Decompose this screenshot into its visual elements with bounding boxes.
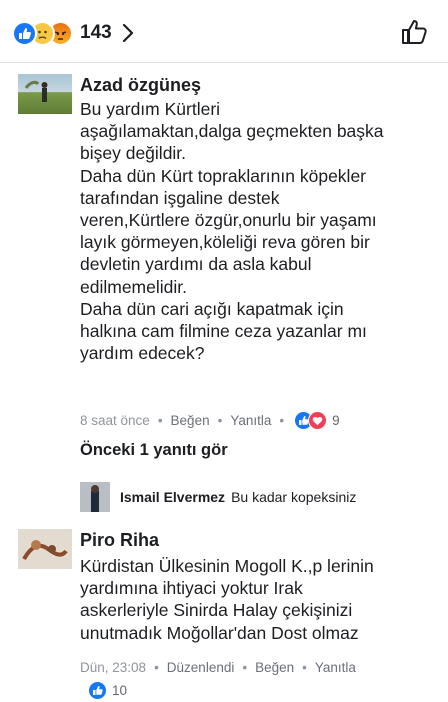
reaction-count: 9: [332, 413, 340, 428]
thumbs-up-icon[interactable]: [400, 17, 430, 47]
comment-meta: 8 saat önce • Beğen • Yanıtla • 9: [80, 411, 340, 430]
separator-dot: •: [157, 413, 163, 428]
separator-dot: •: [154, 660, 159, 675]
avatar[interactable]: [18, 529, 72, 569]
reply-link[interactable]: Yanıtla: [230, 413, 271, 428]
like-link[interactable]: Beğen: [255, 660, 294, 675]
reactions-header: 143: [0, 0, 448, 63]
reaction-count: 10: [112, 683, 128, 698]
comment-time[interactable]: Dün, 23:08: [80, 660, 146, 675]
separator-dot: •: [217, 413, 223, 428]
view-previous-replies[interactable]: Önceki 1 yanıtı gör: [80, 441, 228, 460]
separator-dot: •: [279, 413, 285, 428]
reply-link[interactable]: Yanıtla: [315, 660, 356, 675]
love-icon: [308, 411, 328, 430]
edited-label[interactable]: Düzenlendi: [167, 660, 235, 675]
separator-dot: •: [302, 660, 307, 675]
like-icon: [12, 20, 37, 46]
reply-item: Ismail Elvermez Bu kadar kopeksiniz: [80, 482, 356, 512]
chevron-right-icon[interactable]: [121, 23, 135, 43]
like-icon: [88, 681, 107, 700]
comment-reactions[interactable]: 9: [294, 411, 340, 430]
comment-text: Kürdistan Ülkesinin Mogoll K.,p lerinin …: [80, 556, 374, 643]
avatar[interactable]: [80, 482, 110, 512]
comment-reactions[interactable]: 10: [88, 681, 127, 700]
avatar[interactable]: [18, 74, 72, 114]
comment-text: Bu yardım Kürtleri aşağılamaktan,dalga g…: [80, 99, 384, 364]
reaction-count: 143: [80, 22, 112, 43]
reply-author[interactable]: Ismail Elvermez: [120, 489, 225, 505]
like-link[interactable]: Beğen: [171, 413, 210, 428]
comment-meta: Dün, 23:08 • Düzenlendi • Beğen • Yanıtl…: [80, 660, 356, 675]
reaction-summary[interactable]: 143: [12, 20, 135, 46]
comment-author[interactable]: Azad özgüneş: [80, 75, 201, 96]
reply-text: Bu kadar kopeksiniz: [231, 489, 357, 505]
separator-dot: •: [242, 660, 248, 675]
comment-time[interactable]: 8 saat önce: [80, 413, 150, 428]
comment-author[interactable]: Piro Riha: [80, 530, 159, 551]
